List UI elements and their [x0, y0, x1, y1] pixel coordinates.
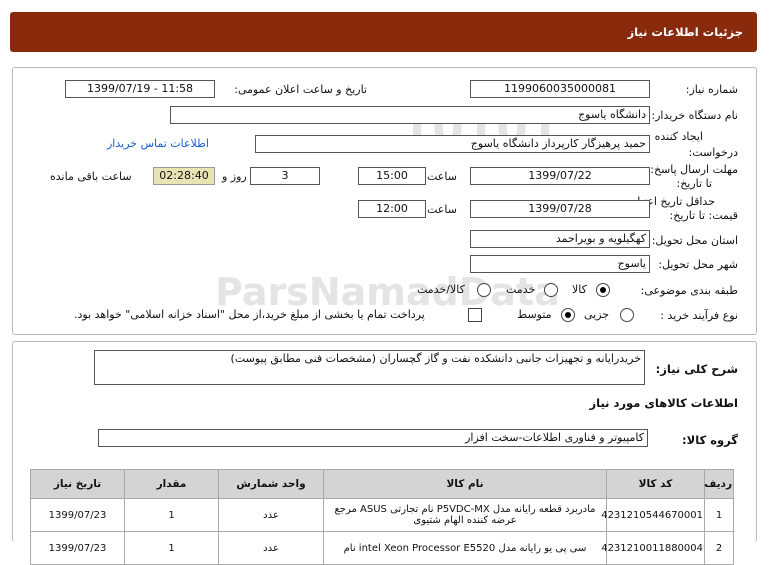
description-field: خریدرایانه و تجهیزات جانبی دانشکده نفت و… [94, 350, 645, 385]
row-date: 1399/07/23 [30, 531, 125, 565]
category-radio-service[interactable] [544, 283, 558, 297]
process-radio-medium[interactable] [561, 308, 575, 322]
col-header-index: ردیف [704, 469, 734, 499]
validity-label-line2: قیمت: تا تاریخ: [669, 209, 738, 222]
category-radio-goods[interactable] [596, 283, 610, 297]
category-option-service: خدمت [506, 283, 536, 296]
treasury-payment-checkbox[interactable] [468, 308, 482, 322]
buyer-field: دانشگاه یاسوج [170, 106, 650, 124]
buyer-label: نام دستگاه خریدار: [651, 109, 738, 122]
creator-field: حمید پرهیزگار کارپرداز دانشگاه یاسوج [255, 135, 650, 153]
col-header-unit: واحد شمارش [218, 469, 324, 499]
row-index: 1 [704, 498, 734, 532]
province-label: استان محل تحویل: [651, 234, 738, 247]
process-option-minor: جزیی [584, 308, 610, 321]
reply-deadline-label-line2: تا تاریخ: [676, 177, 712, 190]
category-option-goods: کالا [572, 283, 587, 296]
need-number-label: شماره نیاز: [685, 83, 738, 96]
row-name-line1: مادربرد قطعه رایانه مدل P5VDC-MX نام تجا… [334, 504, 596, 515]
city-label: شهر محل تحویل: [658, 258, 738, 271]
row-name: سی پی یو رایانه مدل intel Xeon Processor… [323, 531, 607, 565]
announce-date-label: تاریخ و ساعت اعلان عمومی: [234, 83, 367, 96]
remaining-word: ساعت باقی مانده [50, 170, 132, 183]
row-index: 2 [704, 531, 734, 565]
city-field: یاسوج [470, 255, 650, 273]
page-header: جزئیات اطلاعات نیاز [10, 12, 757, 52]
table-row[interactable]: 2 4231210011880004 سی پی یو رایانه مدل i… [30, 531, 734, 565]
creator-label-line2: درخواست: [688, 146, 738, 159]
col-header-name: نام کالا [323, 469, 607, 499]
row-date: 1399/07/23 [30, 498, 125, 532]
province-field: کهگیلویه و بویراحمد [470, 230, 650, 248]
reply-date-field: 1399/07/22 [470, 167, 650, 185]
category-option-goods-service: کالا/خدمت [417, 283, 465, 296]
page-title: جزئیات اطلاعات نیاز [627, 25, 743, 39]
category-label: طبقه بندی موضوعی: [640, 284, 738, 297]
goods-group-label: گروه کالا: [682, 433, 738, 447]
goods-section-title: اطلاعات کالاهای مورد نیاز [589, 396, 738, 410]
col-header-qty: مقدار [124, 469, 219, 499]
col-header-code: کد کالا [606, 469, 705, 499]
countdown-timer: 02:28:40 [153, 167, 215, 185]
process-type-label: نوع فرآیند خرید : [660, 309, 738, 322]
row-qty: 1 [124, 531, 219, 565]
goods-table: ردیف کد کالا نام کالا واحد شمارش مقدار ت… [30, 469, 734, 565]
days-remaining-field: 3 [250, 167, 320, 185]
process-option-medium: متوسط [517, 308, 552, 321]
creator-label-line1: ایجاد کننده [654, 130, 703, 143]
need-number-field: 1199060035000081 [470, 80, 650, 98]
table-header-row: ردیف کد کالا نام کالا واحد شمارش مقدار ت… [30, 469, 734, 499]
col-header-date: تاریخ نیاز [30, 469, 125, 499]
row-code: 4231210544670001 [601, 498, 705, 532]
treasury-payment-note: پرداخت تمام یا بخشی از مبلغ خرید،از محل … [74, 308, 425, 321]
row-unit: عدد [218, 498, 324, 532]
validity-date-field: 1399/07/28 [470, 200, 650, 218]
process-radio-minor[interactable] [620, 308, 634, 322]
description-label: شرح کلی نیاز: [655, 362, 738, 376]
row-name-line2: عرضه کننده الهام شتیوی [413, 515, 517, 526]
reply-deadline-label-line1: مهلت ارسال پاسخ: [650, 163, 738, 176]
row-name: مادربرد قطعه رایانه مدل P5VDC-MX نام تجا… [323, 498, 607, 532]
days-word: روز و [222, 170, 247, 183]
reply-time-field: 15:00 [358, 167, 426, 185]
validity-time-field: 12:00 [358, 200, 426, 218]
validity-time-word: ساعت [427, 203, 457, 216]
reply-time-word: ساعت [427, 170, 457, 183]
row-unit: عدد [218, 531, 324, 565]
announce-date-field: 1399/07/19 - 11:58 [65, 80, 215, 98]
goods-group-field: کامپیوتر و فناوری اطلاعات-سخت افزار [98, 429, 648, 447]
category-radio-goods-service[interactable] [477, 283, 491, 297]
row-qty: 1 [124, 498, 219, 532]
row-code: 4231210011880004 [601, 531, 705, 565]
table-row[interactable]: 1 4231210544670001 مادربرد قطعه رایانه م… [30, 498, 734, 532]
buyer-contact-link[interactable]: اطلاعات تماس خریدار [107, 137, 209, 150]
row-name-line1: سی پی یو رایانه مدل intel Xeon Processor… [343, 542, 587, 554]
